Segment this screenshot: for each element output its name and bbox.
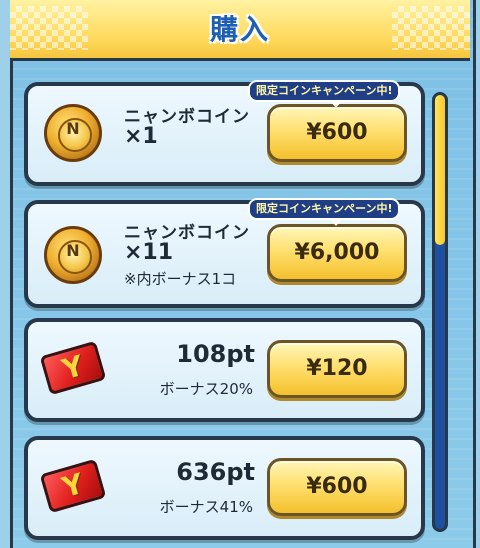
shop-item-points-108: Y 108pt ボーナス20% ¥120: [24, 318, 425, 422]
points-amount: 636pt: [176, 458, 255, 486]
shop-item-points-636: Y 636pt ボーナス41% ¥600: [24, 436, 425, 540]
scrollbar-thumb[interactable]: [435, 95, 445, 245]
price-button[interactable]: ¥6,000: [267, 224, 407, 282]
price-button[interactable]: ¥600: [267, 104, 407, 162]
scrollbar[interactable]: [432, 92, 448, 532]
title-bar: 購入: [10, 0, 470, 61]
campaign-badge: 限定コインキャンペーン中!: [248, 80, 401, 108]
bonus-rate: ボーナス41%: [159, 498, 253, 516]
price-button[interactable]: ¥600: [267, 458, 407, 516]
item-quantity: ×11: [124, 240, 174, 265]
bonus-note: ※内ボーナス1コ: [124, 270, 237, 288]
nyanbo-coin-icon: N: [44, 104, 102, 162]
bonus-rate: ボーナス20%: [159, 380, 253, 398]
purchase-screen: 購入 N ニャンボコイン ×1 ¥600 限定コインキャンペーン中! N ニャン…: [0, 0, 480, 548]
y-card-icon: Y: [39, 340, 107, 396]
nyanbo-coin-icon: N: [44, 226, 102, 284]
price-button[interactable]: ¥120: [267, 340, 407, 398]
y-card-icon: Y: [39, 458, 107, 514]
points-amount: 108pt: [176, 340, 255, 368]
item-quantity: ×1: [124, 124, 158, 149]
page-title: 購入: [209, 13, 270, 46]
campaign-badge: 限定コインキャンペーン中!: [248, 198, 401, 226]
